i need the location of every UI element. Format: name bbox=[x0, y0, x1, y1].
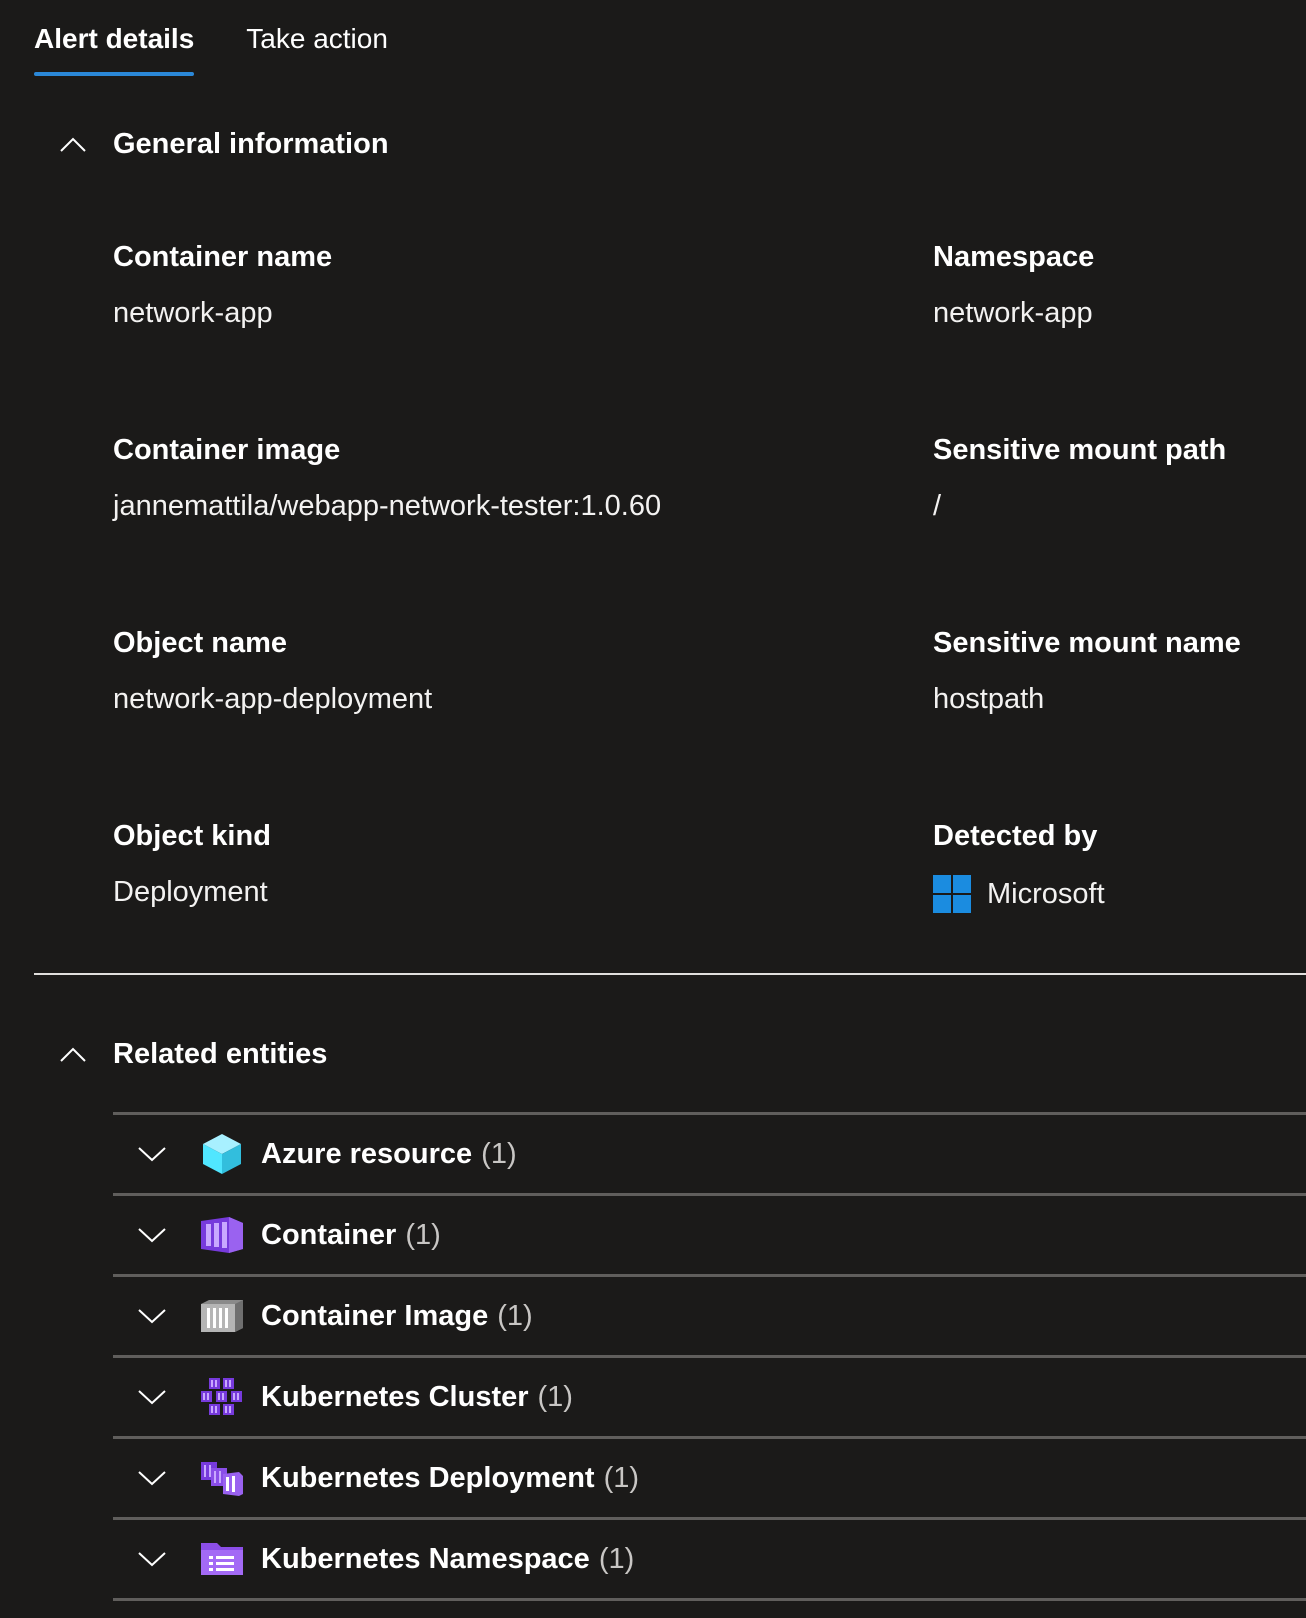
chevron-down-icon[interactable] bbox=[135, 1308, 169, 1324]
field-label: Object name bbox=[113, 627, 288, 659]
field-value: network-app bbox=[933, 297, 1093, 329]
entity-name: Kubernetes Deployment bbox=[261, 1461, 595, 1494]
entity-count: (1) bbox=[598, 1542, 635, 1575]
field-value: Deployment bbox=[113, 876, 268, 908]
field-label: Container image bbox=[113, 434, 341, 466]
entity-row-container-image[interactable]: Container Image (1) bbox=[113, 1274, 1306, 1355]
entity-name: Container Image bbox=[261, 1299, 489, 1332]
general-information-title: General information bbox=[113, 128, 389, 160]
field-container-image: Container image jannemattila/webapp-netw… bbox=[113, 433, 661, 523]
container-icon bbox=[199, 1212, 245, 1258]
field-label: Container name bbox=[113, 241, 333, 273]
related-entities-list: Azure resource (1) Container (1) Contain… bbox=[113, 1112, 1306, 1601]
entity-row-azure-resource[interactable]: Azure resource (1) bbox=[113, 1112, 1306, 1193]
field-detected-by: Detected by Microsoft bbox=[933, 819, 1105, 913]
chevron-down-icon[interactable] bbox=[135, 1146, 169, 1162]
chevron-up-icon bbox=[58, 1040, 88, 1070]
entity-name: Kubernetes Cluster bbox=[261, 1380, 529, 1413]
field-label: Sensitive mount path bbox=[933, 434, 1227, 466]
field-value: / bbox=[933, 490, 942, 522]
field-sensitive-mount-path: Sensitive mount path / bbox=[933, 433, 1226, 523]
entity-count: (1) bbox=[603, 1461, 640, 1494]
entity-row-kubernetes-namespace[interactable]: Kubernetes Namespace (1) bbox=[113, 1517, 1306, 1601]
field-value: network-app bbox=[113, 297, 273, 329]
general-information-header[interactable]: General information bbox=[58, 128, 389, 161]
chevron-down-icon[interactable] bbox=[135, 1389, 169, 1405]
entity-name: Container bbox=[261, 1218, 397, 1251]
chevron-up-icon bbox=[58, 130, 88, 160]
entity-row-kubernetes-deployment[interactable]: Kubernetes Deployment (1) bbox=[113, 1436, 1306, 1517]
related-entities-header[interactable]: Related entities bbox=[58, 1038, 327, 1071]
chevron-down-icon[interactable] bbox=[135, 1227, 169, 1243]
field-object-kind: Object kind Deployment bbox=[113, 819, 271, 909]
entity-count: (1) bbox=[497, 1299, 533, 1332]
entity-name: Kubernetes Namespace bbox=[261, 1542, 590, 1575]
entity-count: (1) bbox=[405, 1218, 441, 1251]
chevron-down-icon[interactable] bbox=[135, 1551, 169, 1567]
field-value: network-app-deployment bbox=[113, 683, 433, 715]
related-entities-title: Related entities bbox=[113, 1038, 328, 1070]
entity-count: (1) bbox=[481, 1137, 517, 1170]
azure-resource-icon bbox=[199, 1131, 245, 1177]
field-object-name: Object name network-app-deployment bbox=[113, 626, 432, 716]
field-value: hostpath bbox=[933, 683, 1045, 715]
container-image-icon bbox=[199, 1293, 245, 1339]
field-label: Sensitive mount name bbox=[933, 627, 1241, 659]
kubernetes-namespace-icon bbox=[199, 1536, 245, 1582]
chevron-down-icon[interactable] bbox=[135, 1470, 169, 1486]
detected-by-text: Microsoft bbox=[987, 878, 1105, 910]
field-label: Object kind bbox=[113, 820, 271, 852]
section-divider bbox=[34, 973, 1306, 975]
entity-row-container[interactable]: Container (1) bbox=[113, 1193, 1306, 1274]
tab-take-action[interactable]: Take action bbox=[246, 0, 388, 76]
field-label: Detected by bbox=[933, 820, 1098, 852]
field-value: Microsoft bbox=[933, 875, 1105, 913]
field-sensitive-mount-name: Sensitive mount name hostpath bbox=[933, 626, 1241, 716]
microsoft-logo-icon bbox=[933, 875, 971, 913]
entity-row-kubernetes-cluster[interactable]: Kubernetes Cluster (1) bbox=[113, 1355, 1306, 1436]
tab-bar: Alert details Take action bbox=[34, 0, 440, 76]
entity-name: Azure resource bbox=[261, 1137, 473, 1170]
entity-count: (1) bbox=[537, 1380, 573, 1413]
field-namespace: Namespace network-app bbox=[933, 240, 1094, 330]
tab-alert-details[interactable]: Alert details bbox=[34, 0, 195, 76]
field-value: jannemattila/webapp-network-tester:1.0.6… bbox=[113, 490, 662, 522]
field-label: Namespace bbox=[933, 241, 1095, 273]
kubernetes-cluster-icon bbox=[199, 1374, 245, 1420]
field-container-name: Container name network-app bbox=[113, 240, 332, 330]
kubernetes-deployment-icon bbox=[199, 1455, 245, 1501]
